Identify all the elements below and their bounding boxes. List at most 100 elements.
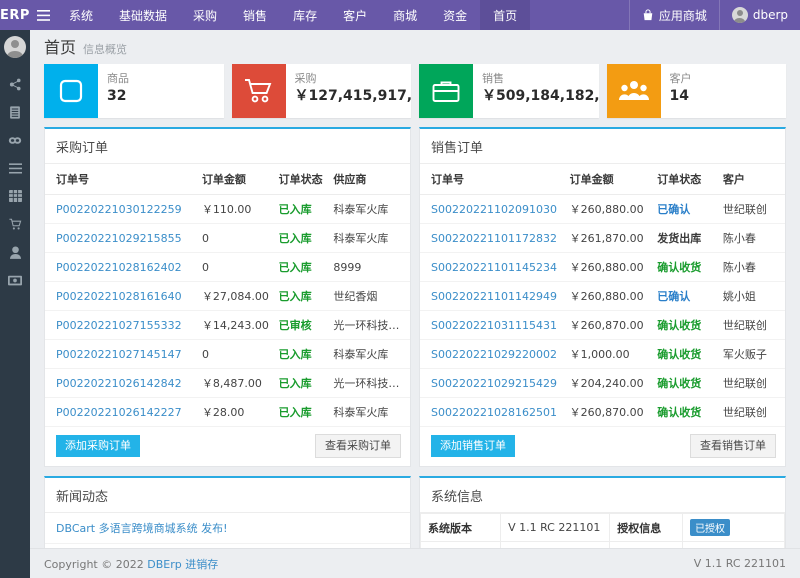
sidebar-avatar[interactable]: [4, 36, 26, 58]
purchase-orders-panel: 采购订单 订单号订单金额订单状态供应商 P00220221030122259￥1…: [44, 127, 411, 467]
nav-item-7[interactable]: 资金: [430, 0, 480, 30]
purchase-order-no[interactable]: P00220221028162402: [45, 253, 202, 282]
sidebar-item-grid[interactable]: [0, 182, 30, 210]
purchase-order-no[interactable]: P00220221026142227: [45, 398, 202, 427]
user-menu[interactable]: dberp: [719, 0, 800, 30]
purchase-party: 科泰军火库: [333, 195, 410, 224]
purchase-party: 光一环科技有限公司: [333, 369, 410, 398]
stat-card-body: 采购￥127,415,917,560,032.0: [286, 64, 412, 118]
table-row[interactable]: S00220221101145234￥260,880.00确认收货陈小春: [420, 253, 785, 282]
nav-item-8[interactable]: 首页: [480, 0, 530, 30]
main-content: 首页 信息概览 商品32采购￥127,415,917,560,032.0销售￥5…: [30, 30, 800, 578]
nav-item-0[interactable]: 系统: [56, 0, 106, 30]
sidebar-item-menu[interactable]: [0, 154, 30, 182]
nav-item-4[interactable]: 库存: [280, 0, 330, 30]
brand-logo[interactable]: ERP: [0, 0, 30, 30]
sales-order-no[interactable]: S00220221101172832: [420, 224, 570, 253]
copyright-text: Copyright © 2022 DBErp 进销存: [44, 556, 218, 572]
sales-amount: ￥260,870.00: [570, 398, 658, 427]
sysinfo-key: 授权信息: [610, 514, 683, 542]
news-panel: 新闻动态 DBCart 多语言跨境商城系统 发布!第三方系统订单对接DBERP进…: [44, 476, 411, 548]
nav-item-2[interactable]: 采购: [180, 0, 230, 30]
table-row[interactable]: S00220221101142949￥260,880.00已确认姚小姐: [420, 282, 785, 311]
table-row[interactable]: P00220221028161640￥27,084.00已入库世纪香烟: [45, 282, 410, 311]
sales-order-no[interactable]: S00220221031115431: [420, 311, 570, 340]
purchase-orders-table: 订单号订单金额订单状态供应商 P00220221030122259￥110.00…: [45, 164, 410, 427]
sales-order-no[interactable]: S00220221028162501: [420, 398, 570, 427]
page-header: 首页 信息概览: [30, 30, 800, 58]
sidebar-item-money[interactable]: [0, 266, 30, 294]
sales-order-no[interactable]: S00220221101145234: [420, 253, 570, 282]
nav-item-5[interactable]: 客户: [330, 0, 380, 30]
status-badge: 已入库: [279, 340, 334, 369]
sales-order-no[interactable]: S00220221102091030: [420, 195, 570, 224]
sidebar-item-link[interactable]: [0, 126, 30, 154]
table-row[interactable]: P002202210271451470已入库科泰军火库: [45, 340, 410, 369]
purchase-order-no[interactable]: P00220221028161640: [45, 282, 202, 311]
sidebar-item-share[interactable]: [0, 70, 30, 98]
table-row[interactable]: S00220221029220002￥1,000.00确认收货军火贩子: [420, 340, 785, 369]
purchase-amount: 0: [202, 224, 279, 253]
add-sales-order-button[interactable]: 添加销售订单: [431, 435, 515, 457]
table-row[interactable]: P00220221026142227￥28.00已入库科泰军火库: [45, 398, 410, 427]
sidebar-item-cart[interactable]: [0, 210, 30, 238]
nav-item-1[interactable]: 基础数据: [106, 0, 180, 30]
sales-party: 世纪联创: [723, 195, 785, 224]
purchase-order-no[interactable]: P00220221030122259: [45, 195, 202, 224]
table-row[interactable]: P002202210292158550已入库科泰军火库: [45, 224, 410, 253]
table-row[interactable]: P00220221026142842￥8,487.00已入库光一环科技有限公司: [45, 369, 410, 398]
table-header-row: 订单号订单金额订单状态供应商: [45, 164, 410, 195]
purchase-amount: 0: [202, 253, 279, 282]
add-purchase-order-button[interactable]: 添加采购订单: [56, 435, 140, 457]
app-store-button[interactable]: 应用商城: [629, 0, 719, 30]
left-sidebar: [0, 30, 30, 578]
system-info-row: 系统版本V 1.1 RC 221101授权信息已授权: [421, 514, 785, 542]
sales-col-3: 客户: [723, 164, 785, 195]
purchase-order-no[interactable]: P00220221027145147: [45, 340, 202, 369]
table-row[interactable]: P00220221027155332￥14,243.00已审核光一环科技有限公司: [45, 311, 410, 340]
nav-item-6[interactable]: 商城: [380, 0, 430, 30]
sidebar-item-list[interactable]: [0, 98, 30, 126]
purchase-amount: ￥27,084.00: [202, 282, 279, 311]
table-row[interactable]: P00220221030122259￥110.00已入库科泰军火库: [45, 195, 410, 224]
view-sales-order-button[interactable]: 查看销售订单: [690, 434, 776, 458]
nav-item-3[interactable]: 销售: [230, 0, 280, 30]
status-badge: 已入库: [279, 195, 334, 224]
user-icon: [10, 246, 21, 259]
table-row[interactable]: P002202210281624020已入库8999: [45, 253, 410, 282]
purchase-amount: ￥8,487.00: [202, 369, 279, 398]
table-row[interactable]: S00220221028162501￥260,870.00确认收货世纪联创: [420, 398, 785, 427]
sales-order-no[interactable]: S00220221029215429: [420, 369, 570, 398]
status-badge: 确认收货: [657, 369, 723, 398]
sales-table-body: S00220221102091030￥260,880.00已确认世纪联创S002…: [420, 195, 785, 427]
table-row[interactable]: S00220221101172832￥261,870.00发货出库陈小春: [420, 224, 785, 253]
sales-amount: ￥260,880.00: [570, 195, 658, 224]
users-icon: [607, 64, 661, 118]
table-row[interactable]: S00220221031115431￥260,870.00确认收货世纪联创: [420, 311, 785, 340]
purchase-party: 科泰军火库: [333, 224, 410, 253]
view-purchase-order-button[interactable]: 查看采购订单: [315, 434, 401, 458]
sales-party: 军火贩子: [723, 340, 785, 369]
stat-label: 销售: [482, 72, 599, 86]
stat-value: ￥127,415,917,560,032.0: [295, 86, 412, 107]
sales-order-no[interactable]: S00220221101142949: [420, 282, 570, 311]
purchase-order-no[interactable]: P00220221027155332: [45, 311, 202, 340]
sales-party: 姚小姐: [723, 282, 785, 311]
app-store-label: 应用商城: [659, 7, 707, 24]
sales-order-no[interactable]: S00220221029220002: [420, 340, 570, 369]
hamburger-icon[interactable]: [30, 0, 56, 30]
purchase-order-no[interactable]: P00220221026142842: [45, 369, 202, 398]
purchase-panel-footer: 添加采购订单 查看采购订单: [45, 427, 410, 466]
table-row[interactable]: S00220221102091030￥260,880.00已确认世纪联创: [420, 195, 785, 224]
news-list: DBCart 多语言跨境商城系统 发布!第三方系统订单对接DBERP进销存 AP…: [45, 513, 410, 548]
system-info-panel: 系统信息 系统版本V 1.1 RC 221101授权信息已授权PHP版本7.4.…: [419, 476, 786, 548]
copyright-link[interactable]: DBErp 进销存: [147, 558, 218, 571]
purchase-order-no[interactable]: P00220221029215855: [45, 224, 202, 253]
orders-row: 采购订单 订单号订单金额订单状态供应商 P00220221030122259￥1…: [44, 127, 786, 476]
stat-value: 14: [670, 86, 787, 107]
sidebar-item-user[interactable]: [0, 238, 30, 266]
news-item-0[interactable]: DBCart 多语言跨境商城系统 发布!: [45, 513, 410, 544]
info-row: 新闻动态 DBCart 多语言跨境商城系统 发布!第三方系统订单对接DBERP进…: [44, 476, 786, 548]
purchase-party: 光一环科技有限公司: [333, 311, 410, 340]
table-row[interactable]: S00220221029215429￥204,240.00确认收货世纪联创: [420, 369, 785, 398]
